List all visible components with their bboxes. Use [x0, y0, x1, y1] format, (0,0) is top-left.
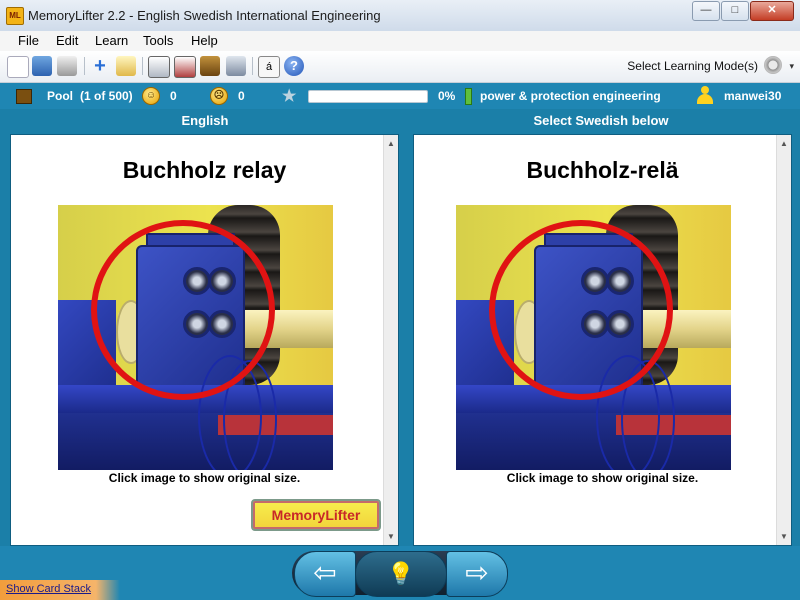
memorylifter-logo: MemoryLifter — [251, 499, 381, 531]
presentation-icon[interactable] — [148, 56, 170, 78]
battery-icon — [465, 88, 472, 105]
star-icon: ★ — [282, 88, 297, 105]
image-caption: Click image to show original size. — [506, 471, 699, 485]
close-button[interactable]: ✕ — [750, 1, 794, 21]
progress-percent: 0% — [438, 89, 456, 103]
menu-file[interactable]: File — [18, 33, 39, 48]
question-word: Buchholz relay — [122, 157, 287, 183]
vertical-scrollbar[interactable]: ▲ ▼ — [776, 135, 791, 545]
answer-word: Buchholz-relä — [526, 157, 679, 183]
previous-button[interactable]: ⇦ — [294, 551, 356, 597]
menu-learn[interactable]: Learn — [95, 33, 128, 48]
user-icon — [697, 86, 713, 104]
learning-mode-dropdown[interactable]: ▾ — [764, 56, 794, 76]
scroll-up-icon[interactable]: ▲ — [384, 139, 398, 148]
wrong-count: 0 — [238, 89, 245, 103]
toolbar-separator — [142, 57, 143, 75]
title-bar: ML MemoryLifter 2.2 - English Swedish In… — [0, 0, 800, 32]
answer-image[interactable] — [456, 205, 731, 470]
pool-label: Pool — [47, 89, 73, 103]
app-logo-icon: ML — [6, 7, 24, 25]
toolbar: + á ? Select Learning Mode(s) ▾ — [0, 51, 800, 83]
learning-mode-label[interactable]: Select Learning Mode(s) — [627, 59, 758, 73]
hint-button[interactable]: 💡 — [355, 551, 447, 597]
highlight-circle — [91, 220, 275, 400]
sad-face-icon: ☹ — [210, 87, 228, 105]
user-name: manwei30 — [724, 89, 782, 103]
happy-face-icon: ☺ — [142, 87, 160, 105]
image-caption: Click image to show original size. — [108, 471, 301, 485]
maximize-button[interactable]: □ — [721, 1, 749, 21]
chevron-down-icon: ▾ — [789, 61, 794, 71]
special-character-icon[interactable]: á — [258, 56, 280, 78]
minimize-button[interactable]: — — [692, 1, 720, 21]
edit-card-icon[interactable] — [116, 56, 136, 76]
window-controls: — □ ✕ — [691, 1, 794, 21]
pool-box-icon — [16, 89, 32, 104]
answer-panel: Buchholz-relä Click image to show origin… — [413, 134, 792, 546]
next-button[interactable]: ⇨ — [446, 551, 508, 597]
scroll-down-icon[interactable]: ▼ — [384, 532, 398, 541]
add-card-icon[interactable]: + — [90, 56, 110, 76]
menu-tools[interactable]: Tools — [143, 33, 173, 48]
slideshow-icon[interactable] — [174, 56, 196, 78]
scroll-up-icon[interactable]: ▲ — [777, 139, 791, 148]
lightbulb-icon: 💡 — [387, 561, 415, 586]
highlight-circle — [489, 220, 673, 400]
scroll-down-icon[interactable]: ▼ — [777, 532, 791, 541]
toolbar-separator — [252, 57, 253, 75]
open-folder-icon[interactable] — [32, 56, 52, 76]
dictionary-name: power & protection engineering — [480, 89, 661, 103]
left-column-header: English — [181, 113, 229, 128]
status-bar: Pool (1 of 500) ☺ 0 ☹ 0 ★ 0% power & pro… — [0, 83, 800, 109]
menu-help[interactable]: Help — [191, 33, 218, 48]
print-icon[interactable] — [57, 56, 77, 76]
question-panel: Buchholz relay Click image to show origi… — [10, 134, 399, 546]
menu-edit[interactable]: Edit — [56, 33, 78, 48]
toolbar-separator — [84, 57, 85, 75]
pool-count: (1 of 500) — [80, 89, 133, 103]
correct-count: 0 — [170, 89, 177, 103]
progress-bar — [308, 90, 428, 103]
help-icon[interactable]: ? — [284, 56, 304, 76]
card-stack-icon[interactable] — [200, 56, 220, 76]
new-document-icon[interactable] — [7, 56, 29, 78]
menu-bar: File Edit Learn Tools Help — [0, 31, 800, 51]
vertical-scrollbar[interactable]: ▲ ▼ — [383, 135, 398, 545]
question-image[interactable] — [58, 205, 333, 470]
tools-icon[interactable] — [226, 56, 246, 76]
right-column-header: Select Swedish below — [533, 113, 669, 128]
show-card-stack-link[interactable]: Show Card Stack — [6, 583, 91, 595]
gear-icon — [764, 56, 782, 74]
window-title: MemoryLifter 2.2 - English Swedish Inter… — [28, 8, 381, 23]
